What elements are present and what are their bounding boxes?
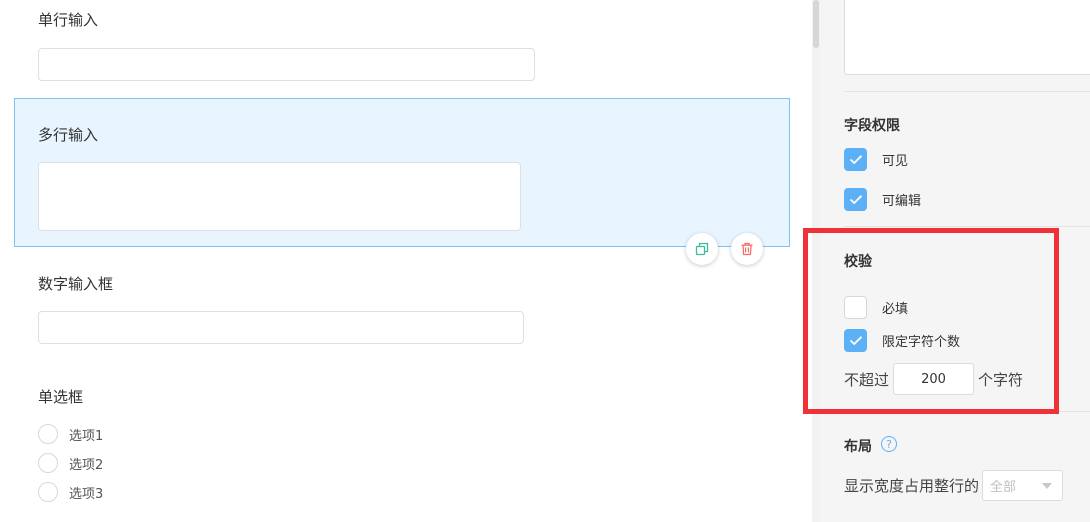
width-select[interactable]: 全部	[982, 470, 1064, 501]
checkbox[interactable]	[844, 188, 867, 211]
width-select-value: 全部	[990, 480, 1017, 495]
layout-section-title: 布局	[844, 439, 872, 455]
radio-option[interactable]: 选项3	[38, 482, 103, 502]
checkbox-label: 可见	[882, 154, 909, 169]
trash-icon	[741, 242, 753, 256]
canvas-scrollbar-thumb[interactable]	[813, 0, 819, 48]
copy-field-button[interactable]	[686, 233, 718, 265]
delete-field-button[interactable]	[731, 233, 763, 265]
checkbox-visible[interactable]: 可见	[844, 148, 908, 171]
field-label-radio: 单选框	[38, 388, 84, 406]
divider	[844, 226, 1090, 227]
form-canvas: 单行输入 多行输入 数字输入框 单选框 选项1 选项2 选项3	[0, 0, 812, 522]
radio-circle[interactable]	[38, 424, 58, 444]
radio-option-label: 选项3	[69, 486, 104, 502]
checkbox-editable[interactable]: 可编辑	[844, 188, 921, 211]
multi-line-textarea[interactable]	[38, 162, 521, 231]
width-label: 显示宽度占用整行的	[844, 477, 980, 495]
checkbox-label: 可编辑	[882, 194, 922, 209]
field-label-number: 数字输入框	[38, 275, 114, 293]
radio-option-label: 选项2	[69, 457, 104, 473]
field-label-single-line: 单行输入	[38, 11, 99, 29]
highlight-box	[803, 228, 1059, 414]
divider	[844, 91, 1090, 92]
field-label-multi-line: 多行输入	[38, 126, 99, 144]
check-icon	[849, 155, 862, 165]
radio-option-label: 选项1	[69, 428, 104, 444]
permission-section-title: 字段权限	[844, 118, 900, 134]
panel-textarea[interactable]	[844, 0, 1090, 75]
single-line-input[interactable]	[38, 48, 535, 81]
question-circle-icon[interactable]: ?	[881, 436, 897, 452]
number-input[interactable]	[38, 311, 524, 344]
check-icon	[849, 195, 862, 205]
radio-option[interactable]: 选项2	[38, 453, 103, 473]
checkbox[interactable]	[844, 148, 867, 171]
caret-down-icon	[1042, 482, 1053, 489]
radio-circle[interactable]	[38, 482, 58, 502]
radio-option[interactable]: 选项1	[38, 424, 103, 444]
copy-icon	[695, 242, 709, 256]
radio-circle[interactable]	[38, 453, 58, 473]
width-setting-row: 显示宽度占用整行的 全部	[844, 470, 1064, 501]
